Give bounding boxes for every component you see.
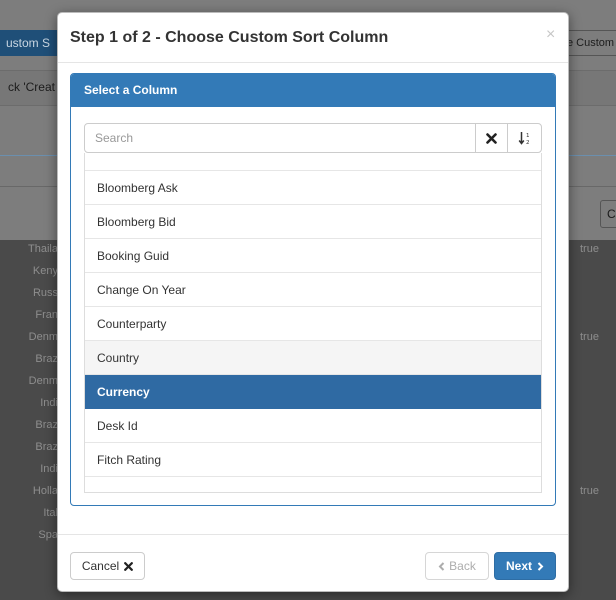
column-option[interactable]: Counterparty [85, 307, 541, 341]
background-info-text: ck 'Creat [8, 80, 55, 94]
select-column-panel: Select a Column 1 2 Bloomberg AskBloombe… [70, 73, 556, 506]
background-country-cell: Holla [32, 485, 58, 497]
background-country-cell: Denm [28, 331, 58, 343]
back-button-label: Back [449, 559, 476, 573]
background-flag-cell: true [580, 243, 599, 255]
modal-title: Step 1 of 2 - Choose Custom Sort Column [70, 29, 389, 46]
background-country-cell: Spa [38, 529, 58, 541]
column-option[interactable]: Desk Id [85, 409, 541, 443]
modal-header: Step 1 of 2 - Choose Custom Sort Column … [58, 13, 568, 63]
modal-footer: Cancel Back Next [58, 534, 568, 592]
next-button[interactable]: Next [494, 552, 556, 580]
column-list[interactable]: Bloomberg Ask Bloomberg Bid Booking Guid Ch… [84, 153, 542, 493]
svg-text:2: 2 [526, 140, 530, 145]
column-option[interactable]: Bloomberg Ask [85, 171, 541, 205]
panel-title: Select a Column [71, 74, 555, 107]
clear-search-button[interactable] [475, 123, 508, 153]
close-icon [486, 132, 497, 144]
column-option[interactable]: Booking Guid [85, 239, 541, 273]
background-country-cell: Braz [35, 419, 58, 431]
background-country-cell: Ital [43, 507, 58, 519]
close-icon[interactable]: × [546, 27, 555, 43]
background-country-cell: Denm [28, 375, 58, 387]
background-country-cell: Fran [35, 309, 58, 321]
cancel-button-label: Cancel [81, 559, 120, 573]
background-country-cell: Keny [32, 265, 58, 277]
column-option[interactable]: Bloomberg Bid [85, 205, 541, 239]
column-option[interactable]: Fitch Rating [85, 443, 541, 477]
sort-order-button[interactable]: 1 2 [507, 123, 542, 153]
chevron-left-icon [438, 561, 445, 571]
next-button-label: Next [505, 559, 532, 573]
close-icon [124, 561, 134, 571]
column-option[interactable]: Currency [85, 375, 541, 409]
sort-numeric-icon: 1 2 [518, 132, 530, 145]
column-option[interactable]: Change On Year [85, 273, 541, 307]
background-country-cell: Russ [32, 287, 58, 299]
back-button[interactable]: Back [425, 552, 489, 580]
list-item-partial-bottom [85, 477, 541, 492]
background-country-cell: Indi [40, 397, 58, 409]
background-flag-cell: true [580, 485, 599, 497]
background-button: C [600, 200, 616, 228]
list-item-partial-top [85, 153, 541, 171]
custom-sort-modal: Step 1 of 2 - Choose Custom Sort Column … [57, 12, 569, 592]
cancel-button[interactable]: Cancel [70, 552, 145, 580]
search-input[interactable] [84, 123, 476, 153]
background-flag-cell: true [580, 331, 599, 343]
svg-text:1: 1 [526, 133, 530, 139]
background-country-cell: Braz [35, 353, 58, 365]
background-country-cell: Braz [35, 441, 58, 453]
chevron-right-icon [537, 561, 544, 571]
background-country-cell: Indi [40, 463, 58, 475]
column-option[interactable]: Country [85, 341, 541, 375]
background-country-cell: Thaila [28, 243, 58, 255]
